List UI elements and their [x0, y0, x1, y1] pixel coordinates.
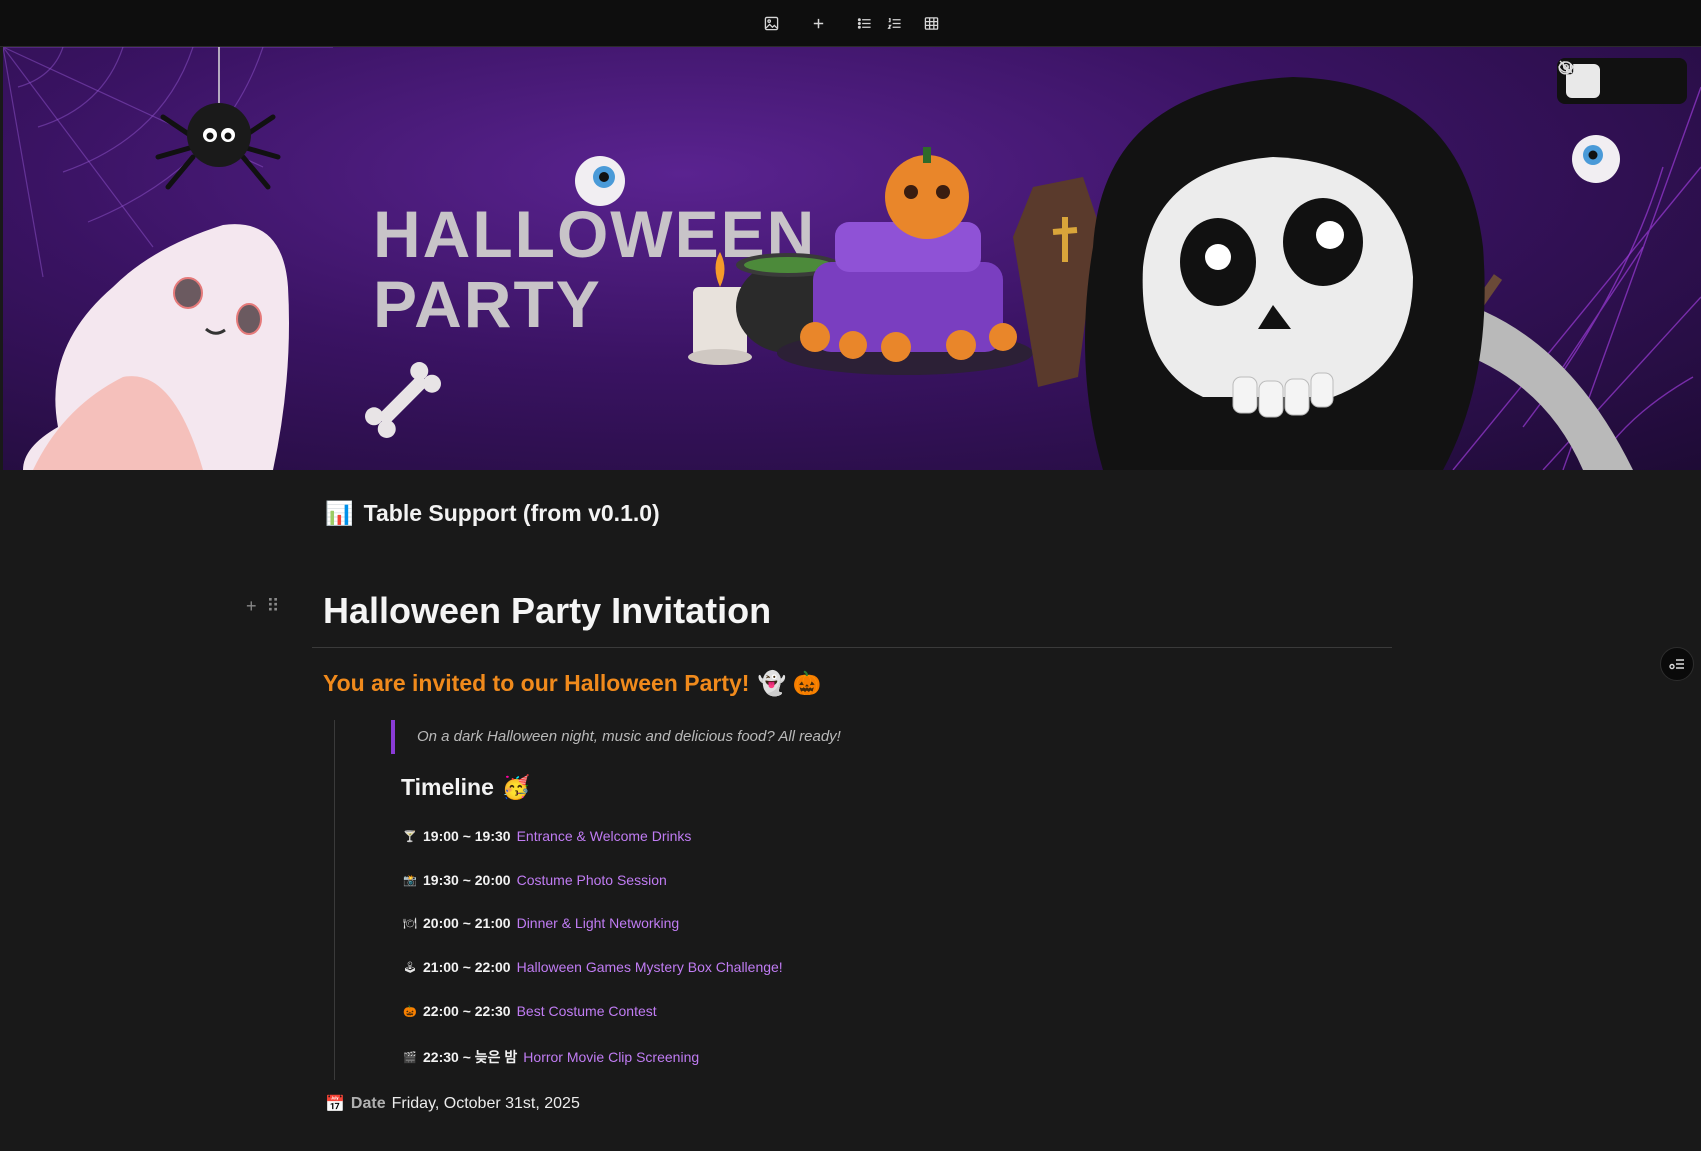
- pumpkin-icon: 🎃: [403, 1005, 417, 1018]
- timeline-heading-text: Timeline: [401, 774, 494, 800]
- date-label: Date: [350, 1095, 386, 1112]
- timeline-desc: Halloween Games Mystery Box Challenge!: [516, 959, 783, 975]
- view-controls: [1557, 58, 1687, 104]
- chart-emoji-icon: 📊: [325, 500, 354, 526]
- timeline-desc: Horror Movie Clip Screening: [523, 1049, 700, 1065]
- timeline-desc: Costume Photo Session: [516, 872, 667, 888]
- quote-bar: [391, 720, 395, 754]
- dinner-icon: 🍽: [403, 917, 417, 930]
- film-icon: 🎬: [403, 1051, 417, 1064]
- timeline-time: 22:00 ~ 22:30: [423, 1003, 511, 1019]
- add-block-icon[interactable]: +: [246, 596, 257, 617]
- camera-icon: 📸: [403, 874, 417, 887]
- date-value: Friday, October 31st, 2025: [391, 1095, 580, 1112]
- timeline-item: 🎃 22:00 ~ 22:30 Best Costume Contest: [403, 1003, 657, 1019]
- image-icon[interactable]: [758, 10, 784, 36]
- timeline-desc: Dinner & Light Networking: [516, 915, 680, 931]
- bone: [365, 362, 441, 438]
- plus-icon[interactable]: [805, 10, 831, 36]
- timeline-item: 🍽 20:00 ~ 21:00 Dinner & Light Networkin…: [403, 915, 679, 931]
- timeline-time: 20:00 ~ 21:00: [423, 915, 511, 931]
- cover-illustration: HALLOWEEN PARTY: [3, 47, 1701, 470]
- timeline-heading: Timeline 🥳: [401, 774, 531, 801]
- cover-banner: HALLOWEEN PARTY: [3, 47, 1701, 470]
- top-toolbar: [0, 0, 1701, 47]
- quote-text: On a dark Halloween night, music and del…: [417, 728, 841, 745]
- timeline-desc: Entrance & Welcome Drinks: [516, 828, 692, 844]
- timeline-desc: Best Costume Contest: [516, 1003, 657, 1019]
- block-handles: + ⠿: [246, 596, 286, 616]
- table-icon[interactable]: [918, 10, 944, 36]
- eye-off-icon[interactable]: [1558, 60, 1639, 98]
- party-emoji: 🥳: [501, 774, 531, 800]
- timeline-time: 19:30 ~ 20:00: [423, 872, 511, 888]
- joystick-icon: 🕹: [403, 961, 417, 974]
- bulleted-list-icon[interactable]: [851, 10, 877, 36]
- heading-2-text: You are invited to our Halloween Party!: [323, 670, 750, 696]
- timeline-item: 🕹 21:00 ~ 22:00 Halloween Games Mystery …: [403, 959, 783, 975]
- cocktail-icon: 🍸: [403, 830, 417, 843]
- timeline-time: 21:00 ~ 22:00: [423, 959, 511, 975]
- table-of-contents-button[interactable]: [1660, 647, 1694, 681]
- numbered-list-icon[interactable]: [881, 10, 907, 36]
- timeline-time: 22:30 ~ 늦은 밤: [423, 1049, 518, 1065]
- calendar-icon: 📅: [325, 1096, 345, 1113]
- toc-icon: [1669, 659, 1684, 670]
- spiderweb-left: [3, 47, 333, 278]
- timeline-item: 📸 19:30 ~ 20:00 Costume Photo Session: [403, 872, 667, 888]
- timeline-item: 🎬 22:30 ~ 늦은 밤 Horror Movie Clip Screeni…: [403, 1047, 699, 1067]
- heading-divider: [312, 647, 1392, 648]
- heading-1: Halloween Party Invitation: [323, 590, 772, 631]
- page-title-text: Table Support (from v0.1.0): [363, 500, 660, 526]
- toggle-guide-line: [334, 720, 335, 1080]
- drag-handle-icon[interactable]: ⠿: [267, 596, 280, 617]
- ghost-pumpkin-emoji: 👻 🎃: [757, 670, 822, 696]
- timeline-item: 🍸 19:00 ~ 19:30 Entrance & Welcome Drink…: [403, 828, 691, 844]
- page-title: 📊 Table Support (from v0.1.0): [325, 500, 660, 527]
- heading-2: You are invited to our Halloween Party! …: [323, 670, 821, 697]
- banner-title-line2: PARTY: [373, 267, 602, 341]
- moon-icon[interactable]: [1558, 60, 1678, 98]
- date-row: 📅 Date Friday, October 31st, 2025: [325, 1094, 580, 1114]
- timeline-time: 19:00 ~ 19:30: [423, 828, 511, 844]
